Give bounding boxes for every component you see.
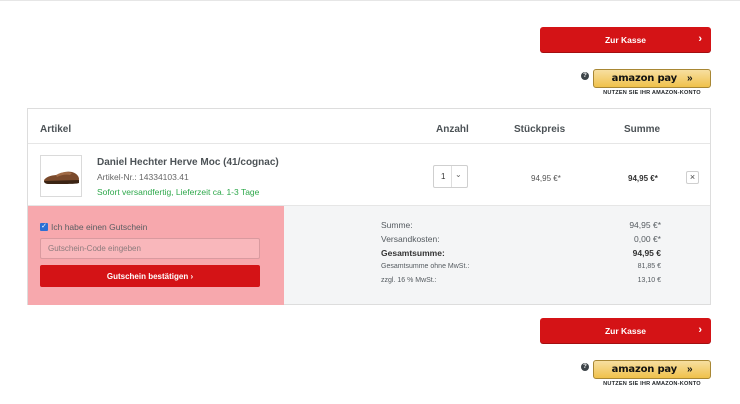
help-icon[interactable]: ? xyxy=(581,72,589,80)
checkbox-checked-icon: ✓ xyxy=(40,223,48,231)
header-article: Artikel xyxy=(40,124,72,135)
summary-row-vat: zzgl. 16 % MwSt.: 13,10 € xyxy=(381,277,661,289)
double-chevron-icon: » xyxy=(686,73,693,84)
product-shipping-status: Sofort versandfertig, Lieferzeit ca. 1-3… xyxy=(97,187,260,197)
double-chevron-icon: » xyxy=(686,364,693,375)
checkout-button-bottom[interactable]: Zur Kasse › xyxy=(540,318,711,343)
header-total: Summe xyxy=(624,124,661,135)
checkout-button-label: Zur Kasse xyxy=(604,34,647,45)
top-divider xyxy=(0,0,740,1)
header-unit-price: Stückpreis xyxy=(514,124,566,135)
cart-table: Artikel Anzahl Stückpreis Summe Daniel H… xyxy=(27,108,711,305)
product-name[interactable]: Daniel Hechter Herve Moc (41/cognac) xyxy=(97,157,279,168)
summary-value: 0,00 €* xyxy=(634,234,661,244)
unit-price: 94,95 €* xyxy=(531,174,561,183)
product-thumbnail[interactable] xyxy=(40,155,82,197)
voucher-checkbox-label: Ich habe einen Gutschein xyxy=(51,222,148,232)
amazon-pay-logo: amazon pay xyxy=(611,73,678,84)
amazon-pay-logo: amazon pay xyxy=(611,364,678,375)
quantity-divider xyxy=(451,166,452,187)
amazon-pay-top: ? amazon pay » NUTZEN SIE IHR AMAZON-KON… xyxy=(578,69,712,99)
cart-item-row: Daniel Hechter Herve Moc (41/cognac) Art… xyxy=(28,145,710,205)
checkout-button-top[interactable]: Zur Kasse › xyxy=(540,27,711,52)
voucher-submit-button[interactable]: Gutschein bestätigen › xyxy=(40,265,260,287)
summary-value: 94,95 € xyxy=(632,248,661,258)
summary-value: 81,85 € xyxy=(637,263,661,270)
summary-label: zzgl. 16 % MwSt.: xyxy=(381,277,437,284)
amazon-pay-button-top[interactable]: amazon pay » xyxy=(593,69,711,88)
checkout-button-label: Zur Kasse xyxy=(604,325,647,336)
summary-row-net-total: Gesamtsumme ohne MwSt.: 81,85 € xyxy=(381,263,661,275)
summary-label: Versandkosten: xyxy=(381,234,440,244)
line-total: 94,95 €* xyxy=(628,174,658,183)
chevron-down-icon: ⌄ xyxy=(455,170,462,179)
summary-row-grand-total: Gesamtsumme: 94,95 € xyxy=(381,248,661,260)
header-quantity: Anzahl xyxy=(436,124,469,135)
summary-value: 13,10 € xyxy=(637,277,661,284)
voucher-checkbox[interactable]: ✓ Ich habe einen Gutschein xyxy=(40,222,147,232)
amazon-pay-caption: NUTZEN SIE IHR AMAZON-KONTO xyxy=(603,381,701,387)
chevron-right-icon: › xyxy=(698,324,702,336)
amazon-pay-button-bottom[interactable]: amazon pay » xyxy=(593,360,711,379)
chevron-right-icon: › xyxy=(698,33,702,45)
shoe-image-icon xyxy=(44,171,79,184)
summary-area: ✓ Ich habe einen Gutschein Gutschein bes… xyxy=(28,205,710,305)
summary-row-subtotal: Summe: 94,95 €* xyxy=(381,220,661,232)
summary-row-shipping: Versandkosten: 0,00 €* xyxy=(381,234,661,246)
summary-label: Gesamtsumme: xyxy=(381,248,445,258)
amazon-pay-bottom: ? amazon pay » NUTZEN SIE IHR AMAZON-KON… xyxy=(578,360,712,390)
summary-value: 94,95 €* xyxy=(629,220,661,230)
summary-label: Summe: xyxy=(381,220,413,230)
voucher-panel: ✓ Ich habe einen Gutschein Gutschein bes… xyxy=(28,206,284,305)
amazon-pay-caption: NUTZEN SIE IHR AMAZON-KONTO xyxy=(603,90,701,96)
remove-item-button[interactable]: × xyxy=(686,171,699,184)
cart-header: Artikel Anzahl Stückpreis Summe xyxy=(28,109,710,144)
voucher-code-input[interactable] xyxy=(40,238,260,259)
summary-label: Gesamtsumme ohne MwSt.: xyxy=(381,263,470,270)
help-icon[interactable]: ? xyxy=(581,363,589,371)
quantity-select[interactable]: 1 ⌄ xyxy=(433,165,468,188)
product-article-number: Artikel-Nr.: 14334103.41 xyxy=(97,172,189,182)
quantity-value: 1 xyxy=(441,172,446,181)
